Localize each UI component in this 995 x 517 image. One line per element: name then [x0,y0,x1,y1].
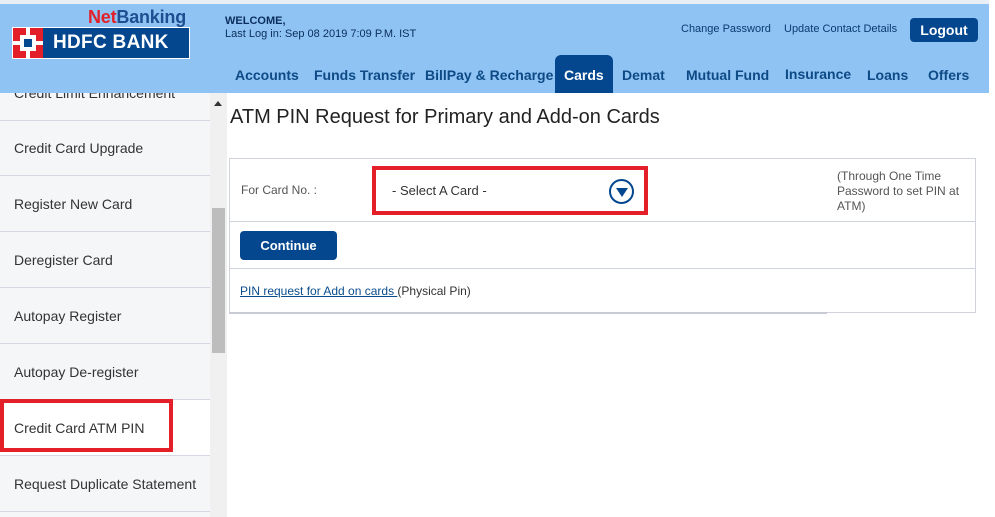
sidebar-item-label: Credit Card Upgrade [14,139,144,156]
atm-pin-form: For Card No. : - Select A Card - (Throug… [229,158,976,313]
row-divider [230,268,975,269]
nav-accounts[interactable]: Accounts [235,67,299,83]
sidebar-item-request-duplicate-statement[interactable]: Request Duplicate Statement [0,456,210,512]
sidebar-item-label: Autopay De-register [14,363,139,380]
welcome-block: WELCOME, Last Log in: Sep 08 2019 7:09 P… [225,15,416,41]
nav-billpay-recharge[interactable]: BillPay & Recharge [425,67,553,83]
sidebar-scrollbar[interactable] [210,93,227,517]
page-title: ATM PIN Request for Primary and Add-on C… [230,106,660,128]
otp-note: (Through One Time Password to set PIN at… [837,169,960,213]
row-divider [230,221,975,222]
netbanking-net: Net [88,7,117,27]
hdfc-logo[interactable]: HDFC BANK [12,27,190,59]
sidebar-item-label: Credit Limit Enhancement [14,93,175,101]
nav-mutual-fund[interactable]: Mutual Fund [686,67,769,83]
sidebar-item-label: Deregister Card [14,251,113,268]
change-password-link[interactable]: Change Password [681,23,771,35]
netbanking-logo: NetBanking [88,7,186,28]
nav-offers[interactable]: Offers [928,67,969,83]
sidebar-highlight-box [0,399,173,452]
nav-insurance[interactable]: Insurance [785,66,851,82]
right-edge [989,0,995,517]
last-login: Last Log in: Sep 08 2019 7:09 P.M. IST [225,28,417,40]
nav-funds-transfer[interactable]: Funds Transfer [314,67,415,83]
sidebar-item-credit-card-upgrade[interactable]: Credit Card Upgrade [0,120,210,176]
sidebar-item-label: Autopay Register [14,307,122,324]
nav-demat[interactable]: Demat [622,67,665,83]
update-contact-link[interactable]: Update Contact Details [784,23,897,35]
scrollbar-thumb[interactable] [212,208,225,353]
pin-request-addon-link[interactable]: PIN request for Add on cards [240,284,397,298]
card-select-value: - Select A Card - [392,183,487,198]
sidebar-item-autopay-deregister[interactable]: Autopay De-register [0,344,210,400]
continue-button[interactable]: Continue [240,231,337,260]
nav-loans[interactable]: Loans [867,67,908,83]
sidebar-item-deregister-card[interactable]: Deregister Card [0,232,210,288]
scroll-up-arrow-icon[interactable] [214,101,222,106]
sidebar: Credit Limit Enhancement Credit Card Upg… [0,93,210,517]
dropdown-arrow-icon[interactable] [609,179,634,204]
sidebar-item-label: Request Duplicate Statement [14,475,197,492]
sidebar-item-label: Register New Card [14,195,133,212]
sidebar-item-autopay-register[interactable]: Autopay Register [0,288,210,344]
welcome-greeting: WELCOME, [225,15,286,27]
sidebar-item-credit-limit-enhancement[interactable]: Credit Limit Enhancement [0,93,210,121]
logout-button[interactable]: Logout [910,18,978,42]
card-select[interactable]: - Select A Card - [372,166,648,215]
pin-request-line: PIN request for Add on cards (Physical P… [240,284,471,298]
nav-cards[interactable]: Cards [555,55,613,93]
card-number-label: For Card No. : [241,183,318,197]
physical-pin-text: (Physical Pin) [397,284,471,298]
form-bottom-accent [229,312,827,314]
hdfc-logo-icon [13,28,43,58]
netbanking-banking: Banking [116,7,187,27]
bank-name: HDFC BANK [53,32,169,53]
sidebar-item-register-new-card[interactable]: Register New Card [0,176,210,232]
